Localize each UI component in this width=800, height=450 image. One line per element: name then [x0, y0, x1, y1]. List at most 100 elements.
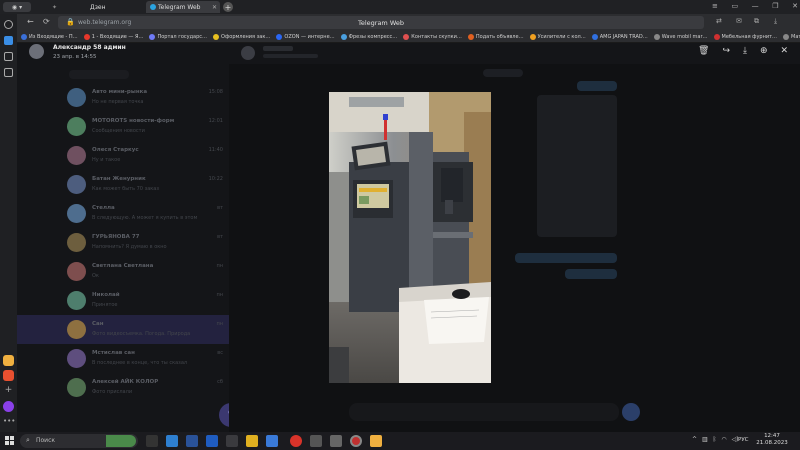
bookmark-item[interactable]: Из Входящие - П… [21, 31, 78, 42]
chat-time: вт [217, 205, 223, 211]
collections-icon[interactable] [4, 52, 13, 61]
bookmark-item[interactable]: 1 - Входящие — Я… [83, 31, 143, 42]
mail-icon[interactable] [370, 435, 382, 447]
chat-name: Мстислав сан [92, 350, 135, 356]
chat-list-item[interactable]: Николай Принятое пн [17, 286, 229, 315]
download-icon[interactable]: ⤓ [774, 17, 777, 26]
zoom-icon[interactable]: ⊕ [760, 46, 768, 56]
download-icon[interactable]: ⤓ [743, 46, 747, 56]
bookmark-item[interactable]: Контакты скупки… [403, 31, 462, 42]
bookmark-item[interactable]: Подать объявле… [467, 31, 524, 42]
word-icon[interactable] [206, 435, 218, 447]
mail-app-icon[interactable] [3, 355, 14, 366]
chat-list-item[interactable]: MOTOROTS новости-форм Сообщения новости 12… [17, 112, 229, 141]
puzzle-icon[interactable]: ⧉ [754, 17, 759, 26]
tab-telegram[interactable]: Telegram Web ✕ [146, 1, 220, 13]
bookmark-item[interactable]: OZON — интерне… [276, 31, 335, 42]
task-view-icon[interactable] [146, 435, 158, 447]
bookmark-list-icon[interactable]: ▭ [731, 2, 738, 12]
bookmark-item[interactable]: Оформления зак… [213, 31, 270, 42]
close-window-icon[interactable]: ✕ [792, 2, 798, 12]
tabs-menu-icon[interactable]: ≡ [712, 2, 718, 12]
translate-icon[interactable]: ⇄ [716, 17, 722, 25]
yandex-browser-icon[interactable] [350, 435, 362, 447]
chat-list-item[interactable]: Мстислав сан В последнее в конце, что ты … [17, 344, 229, 373]
clock[interactable]: 12:47 21.08.2023 [754, 433, 790, 447]
cnc-machine-photo [329, 92, 491, 383]
sender-name[interactable]: Александр 58 админ [53, 44, 126, 51]
close-icon[interactable]: ✕ [212, 4, 217, 11]
history-icon[interactable] [4, 20, 13, 29]
app-icon[interactable] [330, 435, 342, 447]
bookmark-item[interactable]: Портал государс… [149, 31, 207, 42]
bookmark-item[interactable]: Материалы [783, 31, 800, 42]
url-field[interactable]: 🔒 web.telegram.org Telegram Web [58, 16, 704, 29]
folder-tabs[interactable] [69, 70, 129, 79]
chat-list-item[interactable]: Батан Женурник Как может быть 70 заказ 10:… [17, 170, 229, 199]
delete-icon[interactable]: 🗑 [698, 46, 709, 56]
chat-name: Олеся Старкус [92, 147, 139, 153]
chat-list-item[interactable]: Алексей АЙК КОЛОР Фото прислали сб [17, 373, 229, 402]
windows-start-icon[interactable] [5, 436, 14, 445]
message-input[interactable] [349, 403, 619, 421]
bookmark-item[interactable]: Усилители с кол… [529, 31, 586, 42]
chat-preview: В последнее в конце, что ты сказал [92, 360, 188, 366]
bookmark-item[interactable]: AMG JAPAN TRAD… [591, 31, 648, 42]
chat-list-item[interactable]: Стелла В следующую. А может я купить в эт… [17, 199, 229, 228]
forward-icon[interactable]: ↪ [722, 46, 730, 56]
message-bubble [577, 81, 617, 91]
app-icon[interactable] [266, 435, 278, 447]
new-tab-button[interactable]: + [223, 2, 233, 12]
chat-list-item[interactable]: Авто мини-рынка Но не первая точка 15:08 [17, 83, 229, 112]
sender-avatar[interactable] [29, 44, 44, 59]
app-icon[interactable] [226, 435, 238, 447]
minimize-icon[interactable]: — [752, 2, 759, 12]
browser-menu-button[interactable]: ◉ ▾ [3, 2, 31, 12]
chat-avatar [67, 349, 86, 368]
chat-list-item[interactable]: ГУРЬЯНОВА 77 Напомнить? Я думаю в окно вт [17, 228, 229, 257]
language-indicator[interactable]: РУС [738, 437, 749, 443]
more-icon[interactable]: ••• [3, 417, 15, 425]
yandex-icon[interactable] [290, 435, 302, 447]
bookmark-favicon-icon [653, 34, 660, 40]
chat-list-item[interactable]: Сан Фото видеосъемка. Погода. Природа пн [17, 315, 229, 344]
chat-name: Авто мини-рынка [92, 89, 148, 95]
wifi-icon[interactable]: ◠ [721, 436, 726, 443]
chat-preview: В следующую. А может я купить в этом [92, 215, 198, 221]
restore-icon[interactable]: ❐ [772, 2, 778, 12]
bookmark-favicon-icon [403, 34, 410, 40]
refresh-icon[interactable]: ⟳ [43, 17, 50, 26]
chat-list-item[interactable]: Светлана Светлана Ок пн [17, 257, 229, 286]
app-icon[interactable] [310, 435, 322, 447]
chat-time: пн [216, 292, 223, 298]
chat-list-item[interactable]: Олеся Старкус Ну и такое 11:40 [17, 141, 229, 170]
bookmark-favicon-icon [783, 34, 790, 40]
bookmark-favicon-icon [713, 34, 720, 40]
media-icon[interactable] [4, 36, 13, 45]
network-icon[interactable]: ▥ [702, 436, 708, 443]
bookmark-item[interactable]: Мебельная фурнит… [713, 31, 777, 42]
chat-avatar [67, 320, 86, 339]
bookmark-item[interactable]: Wave mobil mar… [653, 31, 708, 42]
add-app-icon[interactable]: + [3, 385, 14, 396]
notes-icon[interactable] [4, 68, 13, 77]
folder-icon[interactable] [246, 435, 258, 447]
alice-icon[interactable] [3, 401, 14, 412]
address-bar-row: ← ⟳ 🔒 web.telegram.org Telegram Web ⇄ ✉ … [0, 14, 800, 31]
bluetooth-icon[interactable]: ᛒ [713, 436, 717, 443]
send-button[interactable] [622, 403, 640, 421]
bookmark-favicon-icon [213, 34, 220, 40]
close-icon[interactable]: ✕ [781, 46, 789, 56]
sparkle-icon: ✦ [52, 3, 58, 11]
tab-dzen[interactable]: ✦ Дзен [48, 1, 146, 13]
messenger-app-icon[interactable] [3, 370, 14, 381]
taskbar-search[interactable]: ⌕ Поиск [20, 434, 138, 448]
app-icon[interactable] [186, 435, 198, 447]
viewed-photo[interactable] [329, 92, 491, 383]
calculator-app-icon[interactable] [166, 435, 178, 447]
chevron-up-icon[interactable]: ^ [692, 436, 697, 443]
back-icon[interactable]: ← [27, 17, 34, 26]
extension-icon[interactable]: ✉ [736, 17, 742, 25]
bookmark-item[interactable]: Фрезы компресс… [340, 31, 397, 42]
chat-preview: Фото прислали [92, 389, 133, 395]
